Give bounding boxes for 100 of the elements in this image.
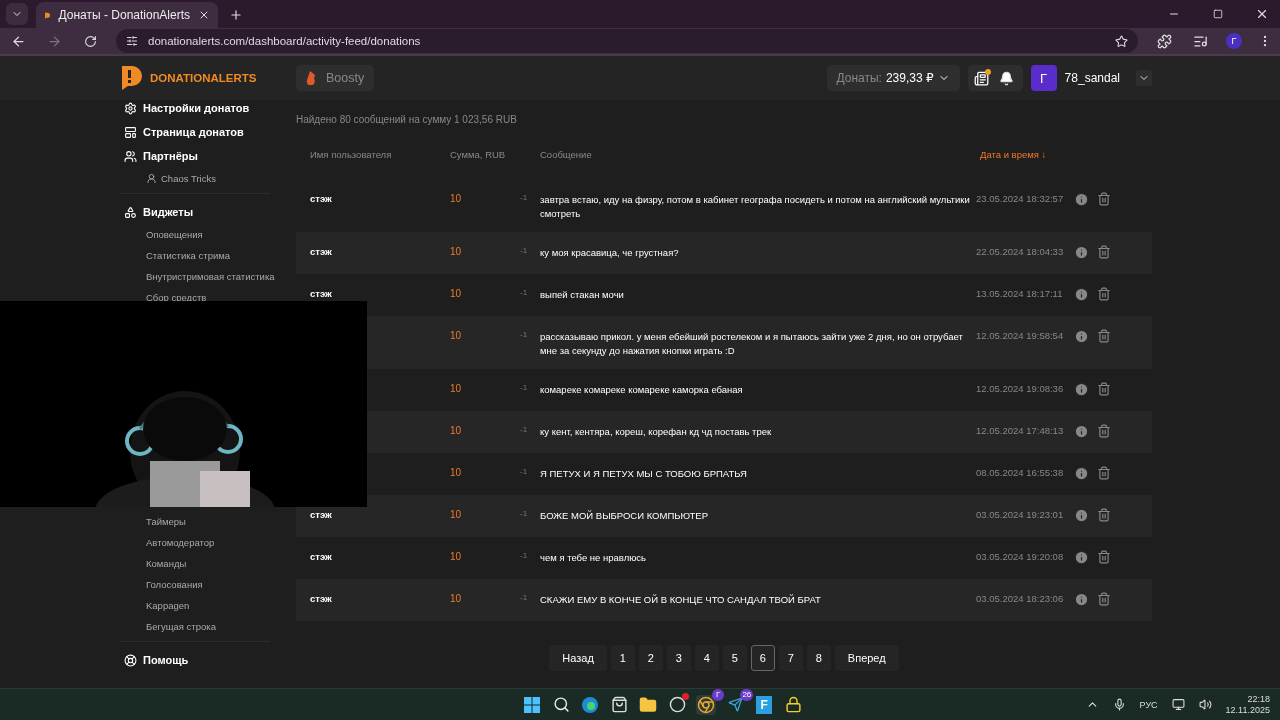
info-icon[interactable]	[1074, 466, 1089, 481]
next-page-button[interactable]: Вперед	[834, 645, 899, 671]
volume-icon[interactable]	[1198, 698, 1212, 711]
trash-icon[interactable]	[1097, 382, 1111, 396]
trash-icon[interactable]	[1097, 192, 1111, 206]
trash-icon[interactable]	[1097, 329, 1111, 343]
amount-cell-text: 10	[450, 593, 463, 604]
delta-cell-text: -1	[520, 509, 529, 518]
trash-icon[interactable]	[1097, 550, 1111, 564]
news-icon[interactable]	[973, 70, 989, 86]
page-button[interactable]: 7	[778, 645, 803, 671]
sidebar-item[interactable]: Бегущая строка	[146, 621, 216, 632]
trash-icon[interactable]	[1097, 466, 1111, 480]
info-icon[interactable]	[1074, 245, 1089, 260]
profile-avatar[interactable]: Г	[1226, 33, 1242, 49]
info-icon[interactable]	[1074, 550, 1089, 565]
delta-cell-text: -1	[520, 193, 529, 202]
info-icon[interactable]	[1074, 382, 1089, 397]
playlist-icon[interactable]	[1192, 33, 1208, 49]
delta-cell-text: -1	[520, 593, 529, 602]
info-icon[interactable]	[1074, 508, 1089, 523]
bell-icon[interactable]	[999, 70, 1015, 86]
info-icon[interactable]	[1074, 329, 1089, 344]
sidebar-item[interactable]: Chaos Tricks	[161, 173, 216, 184]
sidebar-section[interactable]: Настройки донатов	[143, 102, 250, 114]
gear-icon	[124, 101, 137, 115]
date-cell-text: 03.05.2024 18:23:06	[976, 593, 1065, 604]
delta-cell-text: -1	[520, 246, 529, 255]
sidebar-item[interactable]: Команды	[146, 558, 187, 569]
microphone-icon[interactable]	[1112, 698, 1126, 711]
user-name[interactable]: 78_sandal	[1064, 71, 1120, 85]
trash-icon[interactable]	[1097, 592, 1111, 606]
store-icon[interactable]	[609, 694, 630, 715]
browser-tab[interactable]: Донаты - DonationAlerts	[36, 2, 218, 28]
chrome-icon[interactable]	[696, 694, 717, 715]
sidebar-item[interactable]: Таймеры	[146, 516, 186, 527]
column-header[interactable]: Дата и время ↓	[980, 149, 1120, 161]
page-button[interactable]: 4	[694, 645, 719, 671]
lifebuoy-icon	[124, 653, 137, 667]
date-cell-text: 03.05.2024 19:23:01	[976, 509, 1065, 520]
sidebar-section[interactable]: Помощь	[143, 654, 189, 666]
trash-icon[interactable]	[1097, 245, 1111, 259]
delta-cell-text: -1	[520, 425, 529, 434]
info-icon[interactable]	[1074, 592, 1089, 607]
date-cell-text: 12.05.2024 19:58:54	[976, 330, 1065, 341]
close-icon[interactable]	[1255, 7, 1269, 21]
browser-icon[interactable]	[580, 694, 601, 715]
delta-cell-text: -1	[520, 330, 529, 339]
sidebar-item[interactable]: Оповещения	[146, 229, 203, 240]
sliders-icon[interactable]	[126, 35, 138, 47]
clock-time[interactable]: 22:18	[1247, 694, 1270, 704]
page-button[interactable]: 3	[666, 645, 691, 671]
boosty-button[interactable]: Boosty	[296, 65, 375, 91]
clock-date[interactable]: 12.11.2025	[1225, 705, 1270, 715]
info-icon[interactable]	[1074, 424, 1089, 439]
close-icon[interactable]	[198, 9, 210, 21]
sidebar-item[interactable]: Статистика стрима	[146, 250, 231, 261]
amount-cell-text: 10	[450, 425, 463, 436]
trash-icon[interactable]	[1097, 287, 1111, 301]
username-cell-text: стэж	[310, 551, 333, 562]
language-indicator[interactable]: РУС	[1139, 699, 1158, 710]
page-button[interactable]: 1	[610, 645, 635, 671]
restore-icon[interactable]	[1213, 9, 1223, 19]
plus-icon[interactable]	[229, 8, 243, 22]
info-icon[interactable]	[1074, 287, 1089, 302]
amount-cell-text: 10	[450, 467, 463, 478]
donations-dropdown[interactable]: Донаты: 239,33 ₽	[826, 65, 960, 91]
previous-page-button[interactable]: Назад	[549, 645, 607, 671]
amount-cell-text: 10	[450, 509, 463, 520]
trash-icon[interactable]	[1097, 508, 1111, 522]
date-cell-text: 13.05.2024 18:17:11	[976, 288, 1064, 299]
page-button[interactable]: 5	[722, 645, 747, 671]
trash-icon[interactable]	[1097, 424, 1111, 438]
sidebar-item[interactable]: Автомодератор	[146, 537, 215, 548]
star-icon[interactable]	[1115, 34, 1128, 48]
username-cell-text: стэж	[310, 509, 333, 520]
forward-arrow-icon[interactable]	[46, 33, 62, 49]
sidebar-section[interactable]: Страница донатов	[143, 126, 244, 138]
column-header: Сообщение	[540, 149, 593, 161]
amount-cell-text: 10	[450, 193, 463, 204]
column-header: Сумма, RUB	[450, 149, 507, 161]
account-menu-button[interactable]	[1136, 70, 1152, 86]
windows-icon[interactable]	[522, 694, 543, 715]
sidebar-item[interactable]: Голосования	[146, 579, 203, 590]
sidebar-section[interactable]: Партнёры	[143, 150, 198, 162]
lock-icon[interactable]	[783, 694, 804, 715]
sidebar-section[interactable]: Виджеты	[143, 206, 194, 218]
puzzle-icon[interactable]	[1156, 33, 1172, 49]
page-button[interactable]: 2	[638, 645, 663, 671]
page-button[interactable]: 8	[806, 645, 831, 671]
address-bar[interactable]: donationalerts.com/dashboard/activity-feed/donations	[116, 29, 1138, 53]
monitor-icon[interactable]	[1171, 698, 1185, 711]
sidebar-item[interactable]: Kappagen	[146, 600, 190, 611]
page-button[interactable]: 6	[750, 645, 775, 671]
date-cell-text: 12.05.2024 17:48:13	[976, 425, 1065, 436]
tab-list-button[interactable]	[6, 3, 28, 25]
info-icon[interactable]	[1074, 192, 1089, 207]
user-avatar[interactable]: Г	[1030, 65, 1057, 91]
reload-icon[interactable]	[83, 34, 97, 48]
sidebar-item[interactable]: Внутристримовая статистика	[146, 271, 275, 282]
